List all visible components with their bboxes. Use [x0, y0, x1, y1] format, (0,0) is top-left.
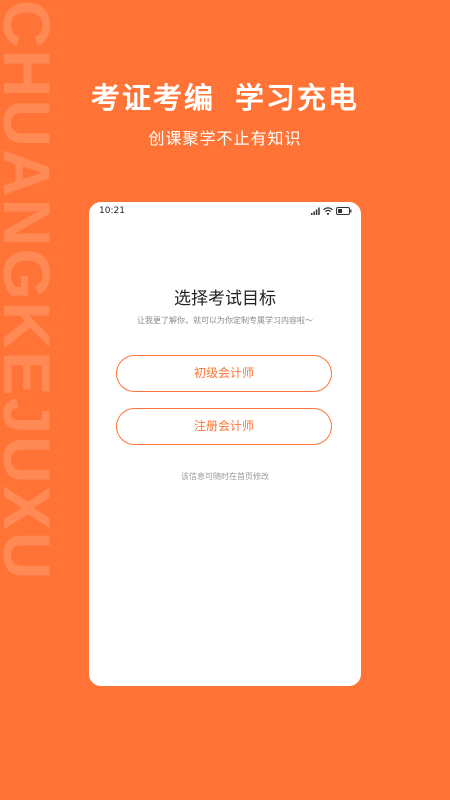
phone-note: 该信息可随时在首页修改 — [181, 472, 269, 481]
status-time: 10:21 — [99, 206, 125, 216]
headline-right: 学习充电 — [235, 81, 360, 115]
phone-description: 让我更了解你，就可以为你定制专属学习内容啦～ — [137, 316, 313, 325]
status-bar: 10:21 — [89, 202, 361, 218]
wifi-icon — [323, 206, 333, 215]
phone-title: 选择考试目标 — [174, 289, 276, 309]
hero-subline: 创课聚学不止有知识 — [148, 129, 302, 148]
hero-headline: 考证考编 学习充电 — [0, 78, 450, 118]
phone-mockup: 10:21 选择考试目标 让我更了解你，就可以为你定制专属学习内容啦～ 初级会计… — [89, 202, 361, 686]
background-watermark: CHUANGKEJUXU — [0, 0, 68, 800]
signal-icon — [311, 207, 320, 215]
headline-left: 考证考编 — [90, 81, 215, 115]
status-icons — [311, 206, 352, 215]
option-cpa-button[interactable]: 注册会计师 — [116, 408, 332, 445]
option-junior-accountant-button[interactable]: 初级会计师 — [116, 355, 332, 392]
battery-icon — [336, 206, 352, 215]
